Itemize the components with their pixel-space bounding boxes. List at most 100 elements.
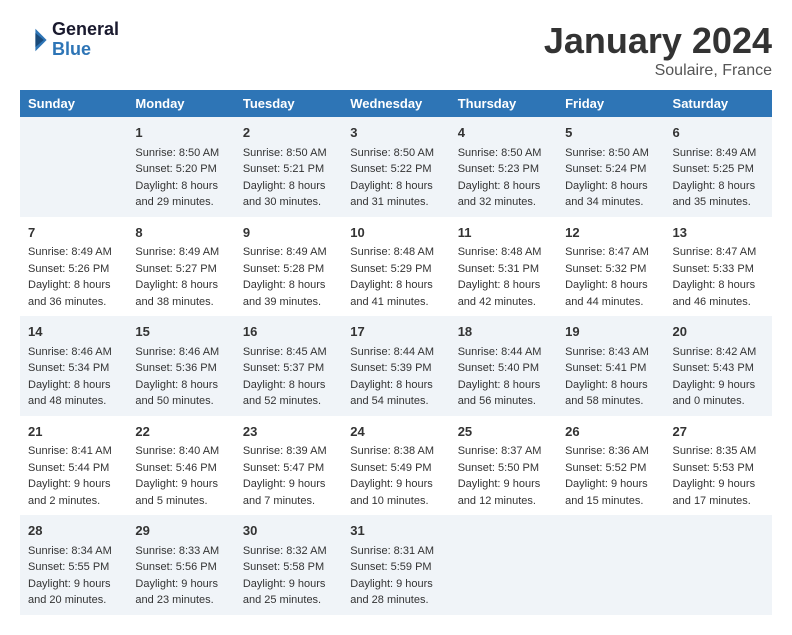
calendar-cell: 6Sunrise: 8:49 AMSunset: 5:25 PMDaylight…: [665, 117, 772, 217]
day-number: 8: [135, 223, 226, 243]
day-number: 10: [350, 223, 441, 243]
cell-info: Sunrise: 8:49 AMSunset: 5:28 PMDaylight:…: [243, 244, 334, 310]
calendar-week-row: 28Sunrise: 8:34 AMSunset: 5:55 PMDayligh…: [20, 515, 772, 615]
cell-info: Sunrise: 8:35 AMSunset: 5:53 PMDaylight:…: [673, 443, 764, 509]
day-number: 12: [565, 223, 656, 243]
logo-text: General Blue: [52, 20, 119, 60]
cell-info: Sunrise: 8:49 AMSunset: 5:25 PMDaylight:…: [673, 145, 764, 211]
calendar-week-row: 21Sunrise: 8:41 AMSunset: 5:44 PMDayligh…: [20, 416, 772, 516]
day-number: 3: [350, 123, 441, 143]
day-number: 7: [28, 223, 119, 243]
day-number: 26: [565, 422, 656, 442]
calendar-cell: 13Sunrise: 8:47 AMSunset: 5:33 PMDayligh…: [665, 217, 772, 317]
cell-info: Sunrise: 8:38 AMSunset: 5:49 PMDaylight:…: [350, 443, 441, 509]
calendar-cell: 28Sunrise: 8:34 AMSunset: 5:55 PMDayligh…: [20, 515, 127, 615]
calendar-week-row: 7Sunrise: 8:49 AMSunset: 5:26 PMDaylight…: [20, 217, 772, 317]
day-number: 22: [135, 422, 226, 442]
day-number: 19: [565, 322, 656, 342]
day-number: 30: [243, 521, 334, 541]
cell-info: Sunrise: 8:50 AMSunset: 5:23 PMDaylight:…: [458, 145, 549, 211]
calendar-week-row: 14Sunrise: 8:46 AMSunset: 5:34 PMDayligh…: [20, 316, 772, 416]
cell-info: Sunrise: 8:49 AMSunset: 5:26 PMDaylight:…: [28, 244, 119, 310]
calendar-header-row: SundayMondayTuesdayWednesdayThursdayFrid…: [20, 90, 772, 117]
day-number: 25: [458, 422, 549, 442]
cell-info: Sunrise: 8:46 AMSunset: 5:34 PMDaylight:…: [28, 344, 119, 410]
logo-icon: [20, 26, 48, 54]
header-tuesday: Tuesday: [235, 90, 342, 117]
cell-info: Sunrise: 8:48 AMSunset: 5:31 PMDaylight:…: [458, 244, 549, 310]
day-number: 5: [565, 123, 656, 143]
cell-info: Sunrise: 8:50 AMSunset: 5:22 PMDaylight:…: [350, 145, 441, 211]
day-number: 11: [458, 223, 549, 243]
day-number: 1: [135, 123, 226, 143]
day-number: 23: [243, 422, 334, 442]
calendar-cell: 11Sunrise: 8:48 AMSunset: 5:31 PMDayligh…: [450, 217, 557, 317]
cell-info: Sunrise: 8:42 AMSunset: 5:43 PMDaylight:…: [673, 344, 764, 410]
calendar-cell: 29Sunrise: 8:33 AMSunset: 5:56 PMDayligh…: [127, 515, 234, 615]
day-number: 14: [28, 322, 119, 342]
day-number: 2: [243, 123, 334, 143]
header-thursday: Thursday: [450, 90, 557, 117]
day-number: 17: [350, 322, 441, 342]
calendar-cell: 26Sunrise: 8:36 AMSunset: 5:52 PMDayligh…: [557, 416, 664, 516]
calendar-week-row: 1Sunrise: 8:50 AMSunset: 5:20 PMDaylight…: [20, 117, 772, 217]
calendar-cell: 20Sunrise: 8:42 AMSunset: 5:43 PMDayligh…: [665, 316, 772, 416]
calendar-cell: 2Sunrise: 8:50 AMSunset: 5:21 PMDaylight…: [235, 117, 342, 217]
cell-info: Sunrise: 8:50 AMSunset: 5:24 PMDaylight:…: [565, 145, 656, 211]
cell-info: Sunrise: 8:50 AMSunset: 5:21 PMDaylight:…: [243, 145, 334, 211]
day-number: 15: [135, 322, 226, 342]
calendar-cell: 21Sunrise: 8:41 AMSunset: 5:44 PMDayligh…: [20, 416, 127, 516]
calendar-cell: 10Sunrise: 8:48 AMSunset: 5:29 PMDayligh…: [342, 217, 449, 317]
cell-info: Sunrise: 8:41 AMSunset: 5:44 PMDaylight:…: [28, 443, 119, 509]
calendar-cell: [665, 515, 772, 615]
calendar-cell: 15Sunrise: 8:46 AMSunset: 5:36 PMDayligh…: [127, 316, 234, 416]
cell-info: Sunrise: 8:37 AMSunset: 5:50 PMDaylight:…: [458, 443, 549, 509]
calendar-cell: 16Sunrise: 8:45 AMSunset: 5:37 PMDayligh…: [235, 316, 342, 416]
cell-info: Sunrise: 8:31 AMSunset: 5:59 PMDaylight:…: [350, 543, 441, 609]
calendar-cell: 3Sunrise: 8:50 AMSunset: 5:22 PMDaylight…: [342, 117, 449, 217]
calendar-cell: 4Sunrise: 8:50 AMSunset: 5:23 PMDaylight…: [450, 117, 557, 217]
calendar-cell: 7Sunrise: 8:49 AMSunset: 5:26 PMDaylight…: [20, 217, 127, 317]
calendar-cell: 1Sunrise: 8:50 AMSunset: 5:20 PMDaylight…: [127, 117, 234, 217]
calendar-cell: 23Sunrise: 8:39 AMSunset: 5:47 PMDayligh…: [235, 416, 342, 516]
day-number: 4: [458, 123, 549, 143]
calendar-cell: 14Sunrise: 8:46 AMSunset: 5:34 PMDayligh…: [20, 316, 127, 416]
day-number: 29: [135, 521, 226, 541]
calendar-cell: 27Sunrise: 8:35 AMSunset: 5:53 PMDayligh…: [665, 416, 772, 516]
page-header: General Blue January 2024 Soulaire, Fran…: [20, 20, 772, 80]
day-number: 27: [673, 422, 764, 442]
cell-info: Sunrise: 8:34 AMSunset: 5:55 PMDaylight:…: [28, 543, 119, 609]
day-number: 31: [350, 521, 441, 541]
logo: General Blue: [20, 20, 119, 60]
header-monday: Monday: [127, 90, 234, 117]
cell-info: Sunrise: 8:36 AMSunset: 5:52 PMDaylight:…: [565, 443, 656, 509]
day-number: 9: [243, 223, 334, 243]
cell-info: Sunrise: 8:32 AMSunset: 5:58 PMDaylight:…: [243, 543, 334, 609]
cell-info: Sunrise: 8:40 AMSunset: 5:46 PMDaylight:…: [135, 443, 226, 509]
cell-info: Sunrise: 8:48 AMSunset: 5:29 PMDaylight:…: [350, 244, 441, 310]
title-block: January 2024 Soulaire, France: [544, 20, 772, 80]
calendar-cell: 9Sunrise: 8:49 AMSunset: 5:28 PMDaylight…: [235, 217, 342, 317]
calendar-cell: 18Sunrise: 8:44 AMSunset: 5:40 PMDayligh…: [450, 316, 557, 416]
day-number: 16: [243, 322, 334, 342]
calendar-cell: 31Sunrise: 8:31 AMSunset: 5:59 PMDayligh…: [342, 515, 449, 615]
calendar-table: SundayMondayTuesdayWednesdayThursdayFrid…: [20, 90, 772, 615]
cell-info: Sunrise: 8:44 AMSunset: 5:40 PMDaylight:…: [458, 344, 549, 410]
day-number: 6: [673, 123, 764, 143]
header-wednesday: Wednesday: [342, 90, 449, 117]
day-number: 24: [350, 422, 441, 442]
calendar-cell: 22Sunrise: 8:40 AMSunset: 5:46 PMDayligh…: [127, 416, 234, 516]
header-saturday: Saturday: [665, 90, 772, 117]
calendar-cell: [20, 117, 127, 217]
cell-info: Sunrise: 8:47 AMSunset: 5:33 PMDaylight:…: [673, 244, 764, 310]
cell-info: Sunrise: 8:44 AMSunset: 5:39 PMDaylight:…: [350, 344, 441, 410]
cell-info: Sunrise: 8:39 AMSunset: 5:47 PMDaylight:…: [243, 443, 334, 509]
calendar-cell: [557, 515, 664, 615]
header-sunday: Sunday: [20, 90, 127, 117]
day-number: 18: [458, 322, 549, 342]
calendar-cell: 30Sunrise: 8:32 AMSunset: 5:58 PMDayligh…: [235, 515, 342, 615]
month-title: January 2024: [544, 20, 772, 62]
cell-info: Sunrise: 8:50 AMSunset: 5:20 PMDaylight:…: [135, 145, 226, 211]
cell-info: Sunrise: 8:33 AMSunset: 5:56 PMDaylight:…: [135, 543, 226, 609]
day-number: 21: [28, 422, 119, 442]
